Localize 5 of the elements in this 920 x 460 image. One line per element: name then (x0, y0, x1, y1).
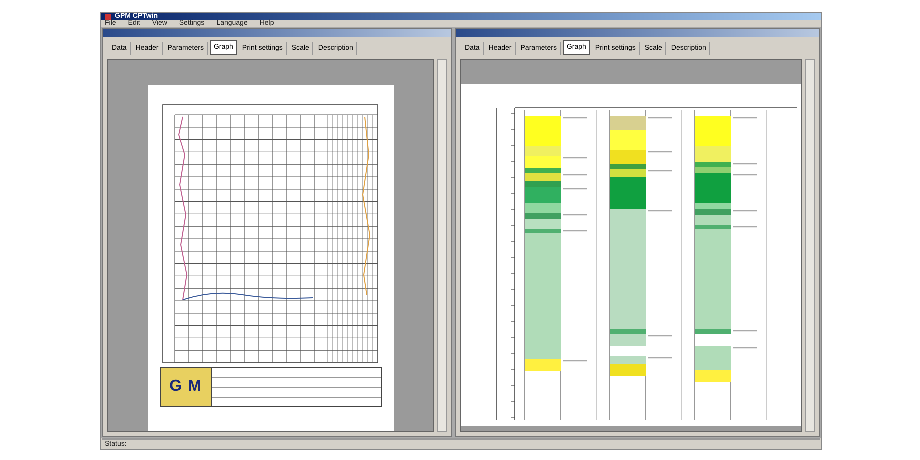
horizontal-scrollbar[interactable] (102, 438, 820, 440)
vertical-scrollbar[interactable] (437, 59, 447, 432)
vertical-scrollbar[interactable] (805, 59, 815, 432)
app-icon (105, 14, 111, 20)
logo: G M (160, 368, 210, 406)
